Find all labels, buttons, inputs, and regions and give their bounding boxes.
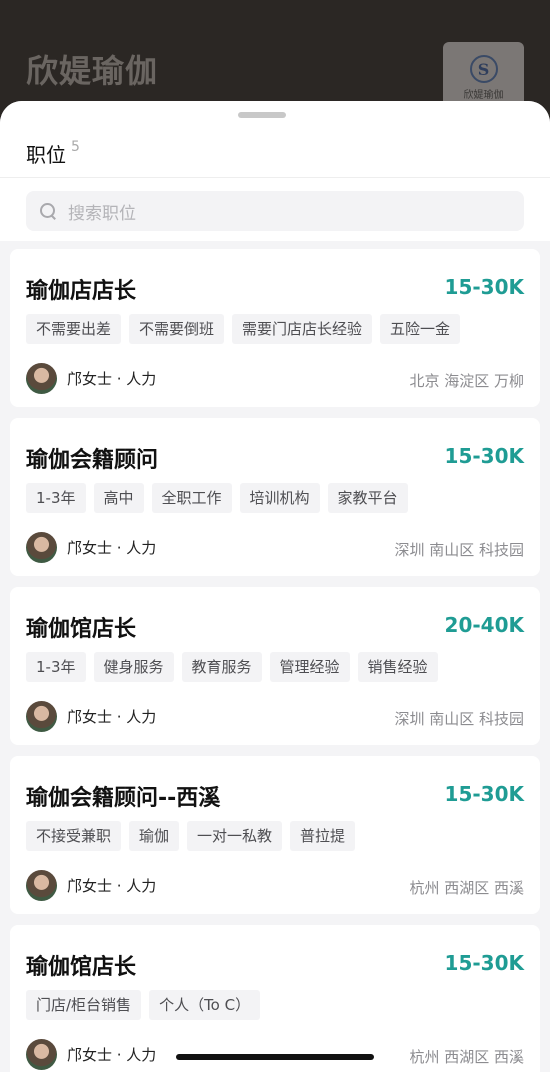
job-salary: 15-30K (444, 782, 524, 806)
recruiter-name: 邝女士 · 人力 (67, 1046, 157, 1064)
job-tag: 管理经验 (269, 652, 350, 682)
job-tag: 1-3年 (26, 652, 86, 682)
job-location: 深圳 南山区 科技园 (394, 710, 524, 728)
job-count: 5 (71, 139, 80, 155)
job-location: 杭州 西湖区 西溪 (409, 1048, 524, 1066)
job-tag: 门店/柜台销售 (26, 990, 142, 1020)
job-tag: 不需要倒班 (129, 314, 225, 344)
job-tag: 教育服务 (181, 652, 262, 682)
logo-text: 欣媞瑜伽 (463, 90, 504, 101)
avatar (26, 1039, 57, 1070)
job-tag: 培训机构 (239, 483, 320, 513)
job-title: 瑜伽馆店长 (26, 955, 137, 980)
job-tag: 高中 (93, 483, 144, 513)
job-salary: 15-30K (444, 444, 524, 468)
job-salary: 15-30K (444, 951, 524, 975)
recruiter-name: 邝女士 · 人力 (67, 370, 157, 388)
job-tag: 健身服务 (93, 652, 174, 682)
job-card[interactable]: 瑜伽店店长 15-30K 不需要出差 不需要倒班 需要门店店长经验 五险一金 邝… (10, 249, 540, 407)
job-salary: 20-40K (444, 613, 524, 637)
recruiter-name: 邝女士 · 人力 (67, 708, 157, 726)
job-tag: 1-3年 (26, 483, 86, 513)
search-input[interactable]: 搜索职位 (26, 191, 524, 231)
recruiter: 邝女士 · 人力 (26, 870, 156, 901)
search-placeholder: 搜索职位 (68, 203, 136, 224)
job-tags: 1-3年 高中 全职工作 培训机构 家教平台 (26, 483, 408, 513)
job-card[interactable]: 瑜伽会籍顾问--西溪 15-30K 不接受兼职 瑜伽 一对一私教 普拉提 邝女士… (10, 756, 540, 914)
job-list-sheet: 职位 5 搜索职位 瑜伽店店长 15-30K 不需要出差 不需要倒班 需要门店店… (0, 101, 550, 1072)
job-location: 北京 海淀区 万柳 (409, 372, 524, 390)
job-tag: 个人（To C） (149, 990, 261, 1020)
sheet-title: 职位 (26, 143, 66, 167)
avatar (26, 870, 57, 901)
home-indicator[interactable] (176, 1054, 374, 1060)
avatar (26, 701, 57, 732)
divider (0, 177, 550, 178)
recruiter: 邝女士 · 人力 (26, 532, 156, 563)
job-tags: 不需要出差 不需要倒班 需要门店店长经验 五险一金 (26, 314, 461, 344)
job-tags: 1-3年 健身服务 教育服务 管理经验 销售经验 (26, 652, 438, 682)
recruiter: 邝女士 · 人力 (26, 1039, 156, 1070)
avatar (26, 363, 57, 394)
job-tag: 不接受兼职 (26, 821, 122, 851)
job-tag: 全职工作 (151, 483, 232, 513)
job-tag: 家教平台 (327, 483, 408, 513)
job-tag: 五险一金 (380, 314, 461, 344)
job-tag: 销售经验 (357, 652, 438, 682)
job-location: 深圳 南山区 科技园 (394, 541, 524, 559)
job-card[interactable]: 瑜伽会籍顾问 15-30K 1-3年 高中 全职工作 培训机构 家教平台 邝女士… (10, 418, 540, 576)
job-tags: 门店/柜台销售 个人（To C） (26, 990, 261, 1020)
recruiter-name: 邝女士 · 人力 (67, 539, 157, 557)
job-card[interactable]: 瑜伽馆店长 15-30K 门店/柜台销售 个人（To C） 邝女士 · 人力 杭… (10, 925, 540, 1072)
job-location: 杭州 西湖区 西溪 (409, 879, 524, 897)
job-title: 瑜伽店店长 (26, 279, 137, 304)
job-salary: 15-30K (444, 275, 524, 299)
search-icon (40, 203, 56, 219)
sheet-header: 职位 5 搜索职位 (0, 101, 550, 241)
job-tag: 瑜伽 (129, 821, 180, 851)
job-tag: 普拉提 (290, 821, 356, 851)
job-tag: 一对一私教 (187, 821, 283, 851)
avatar (26, 532, 57, 563)
job-card[interactable]: 瑜伽馆店长 20-40K 1-3年 健身服务 教育服务 管理经验 销售经验 邝女… (10, 587, 540, 745)
logo-mark-icon: S (469, 55, 498, 83)
job-tag: 不需要出差 (26, 314, 122, 344)
job-title: 瑜伽会籍顾问 (26, 448, 159, 473)
job-tag: 需要门店店长经验 (232, 314, 373, 344)
job-tags: 不接受兼职 瑜伽 一对一私教 普拉提 (26, 821, 356, 851)
drag-handle[interactable] (238, 112, 286, 118)
job-title: 瑜伽馆店长 (26, 617, 137, 642)
company-name: 欣媞瑜伽 (26, 52, 159, 90)
recruiter: 邝女士 · 人力 (26, 701, 156, 732)
recruiter-name: 邝女士 · 人力 (67, 877, 157, 895)
job-title: 瑜伽会籍顾问--西溪 (26, 786, 221, 811)
recruiter: 邝女士 · 人力 (26, 363, 156, 394)
